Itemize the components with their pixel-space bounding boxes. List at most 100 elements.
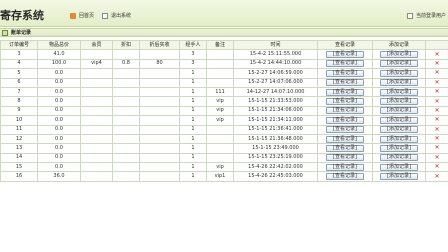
table-row: 13 0.0 1 15-1-15 23:49.000 [查看记录] [添加记录] ✕ [0,143,448,154]
member-cell [80,143,113,154]
add-record-button[interactable]: [添加记录] [380,88,418,96]
view-cell: [查看记录] [317,58,373,70]
current-user-link[interactable]: 当前登录用户 [406,12,446,19]
home-icon [70,12,76,19]
total-cell: 0.0 [37,124,81,135]
view-cell: [查看记录] [317,49,373,60]
view-record-button[interactable]: [查看记录] [326,154,364,162]
col-header-add: 添加记录 [372,39,426,51]
table-row: 8 0.0 1 vip 15-1-15 21:33:53.000 [查看记录] [添加记录]… [0,96,448,107]
paid-cell [139,162,180,173]
orders-table: 订单编号 物品总价 会员 折扣 折后实收 经手人 备注 时间 查看记录 添加记录… [0,39,448,182]
note-cell [206,77,234,88]
view-record-button[interactable]: [查看记录] [326,69,364,77]
time-cell: 15-1-15 23:25:19.000 [233,152,318,164]
table-row: 10 0.0 1 vip 15-1-15 21:34:11.000 [查看记录] [添加记录… [0,115,448,126]
table-row: 7 0.0 1 111 14-12-27 14:07:10.000 [查看记录] [添加记录… [0,86,448,98]
delete-icon[interactable]: ✕ [434,135,439,142]
top-header: 寄存系统 回首页 退出系统 当前登录用户 [0,0,448,27]
note-cell [206,68,234,79]
add-record-button[interactable]: [添加记录] [380,154,418,162]
delete-cell: ✕ [425,171,448,182]
handler-cell: 1 [179,171,207,182]
view-record-button[interactable]: [查看记录] [326,173,364,181]
add-record-button[interactable]: [添加记录] [380,144,418,152]
view-record-button[interactable]: [查看记录] [326,144,364,152]
delete-icon[interactable]: ✕ [434,60,439,67]
delete-cell: ✕ [425,96,448,107]
add-record-button[interactable]: [添加记录] [380,135,418,143]
delete-cell: ✕ [425,77,448,88]
home-link[interactable]: 回首页 [70,12,94,19]
add-record-button[interactable]: [添加记录] [380,163,418,171]
table-row: 14 0.0 1 15-1-15 23:25:19.000 [查看记录] [添加记录] ✕ [0,152,448,164]
delete-icon[interactable]: ✕ [434,154,439,161]
note-cell [206,143,234,154]
view-record-button[interactable]: [查看记录] [326,126,364,134]
add-record-button[interactable]: [添加记录] [380,79,418,87]
delete-icon[interactable]: ✕ [434,107,439,114]
paid-cell [139,171,180,182]
order-id-cell: 5 [0,68,38,79]
view-cell: [查看记录] [317,105,373,117]
delete-icon[interactable]: ✕ [434,117,439,124]
add-record-button[interactable]: [添加记录] [380,173,418,181]
view-record-button[interactable]: [查看记录] [326,116,364,124]
order-id-cell: 10 [0,115,38,126]
note-cell: vip [206,96,234,107]
view-cell: [查看记录] [317,152,373,164]
view-record-button[interactable]: [查看记录] [326,98,364,106]
delete-icon[interactable]: ✕ [434,79,439,86]
paid-cell [139,86,180,98]
paid-cell [139,124,180,135]
add-cell: [添加记录] [372,162,426,173]
delete-cell: ✕ [425,58,448,70]
member-cell [80,133,113,145]
delete-icon[interactable]: ✕ [434,173,439,180]
view-record-button[interactable]: [查看记录] [326,163,364,171]
table-row: 4 100.0 vip4 0.8 80 3 15-4-2 14:44:10.000 [查看记录… [0,58,448,70]
table-row: 11 0.0 1 15-1-15 21:36:41.000 [查看记录] [添加记录] ✕ [0,124,448,135]
add-cell: [添加记录] [372,86,426,98]
delete-icon[interactable]: ✕ [434,145,439,152]
delete-icon[interactable]: ✕ [434,126,439,133]
col-header-delete [425,39,448,51]
paid-cell [139,49,180,60]
delete-icon[interactable]: ✕ [434,70,439,77]
logout-link[interactable]: 退出系统 [102,12,131,19]
add-record-button[interactable]: [添加记录] [380,107,418,115]
member-cell [80,96,113,107]
view-record-button[interactable]: [查看记录] [326,135,364,143]
add-record-button[interactable]: [添加记录] [380,69,418,77]
delete-icon[interactable]: ✕ [434,164,439,171]
time-cell: 15-2-27 14:06:59.000 [233,68,318,79]
member-cell [80,124,113,135]
view-record-button[interactable]: [查看记录] [326,60,364,68]
delete-icon[interactable]: ✕ [434,88,439,95]
view-record-button[interactable]: [查看记录] [326,107,364,115]
delete-icon[interactable]: ✕ [434,98,439,105]
view-record-button[interactable]: [查看记录] [326,51,364,59]
view-record-button[interactable]: [查看记录] [326,79,364,87]
view-record-button[interactable]: [查看记录] [326,88,364,96]
view-cell: [查看记录] [317,143,373,154]
add-record-button[interactable]: [添加记录] [380,98,418,106]
col-header-total: 物品总价 [37,39,81,51]
discount-cell: 0.8 [112,58,140,70]
add-record-button[interactable]: [添加记录] [380,51,418,59]
add-record-button[interactable]: [添加记录] [380,126,418,134]
total-cell: 0.0 [37,162,81,173]
paid-cell [139,143,180,154]
discount-cell [112,77,140,88]
add-record-button[interactable]: [添加记录] [380,116,418,124]
delete-icon[interactable]: ✕ [434,51,439,58]
order-id-cell: 6 [0,77,38,88]
note-cell: 111 [206,86,234,98]
add-record-button[interactable]: [添加记录] [380,60,418,68]
time-cell: 15-2-27 14:07:06.000 [233,77,318,88]
order-id-cell: 8 [0,96,38,107]
total-cell: 0.0 [37,96,81,107]
table-row: 6 0.0 1 15-2-27 14:07:06.000 [查看记录] [添加记录] ✕ [0,77,448,88]
handler-cell: 1 [179,115,207,126]
note-cell [206,152,234,164]
